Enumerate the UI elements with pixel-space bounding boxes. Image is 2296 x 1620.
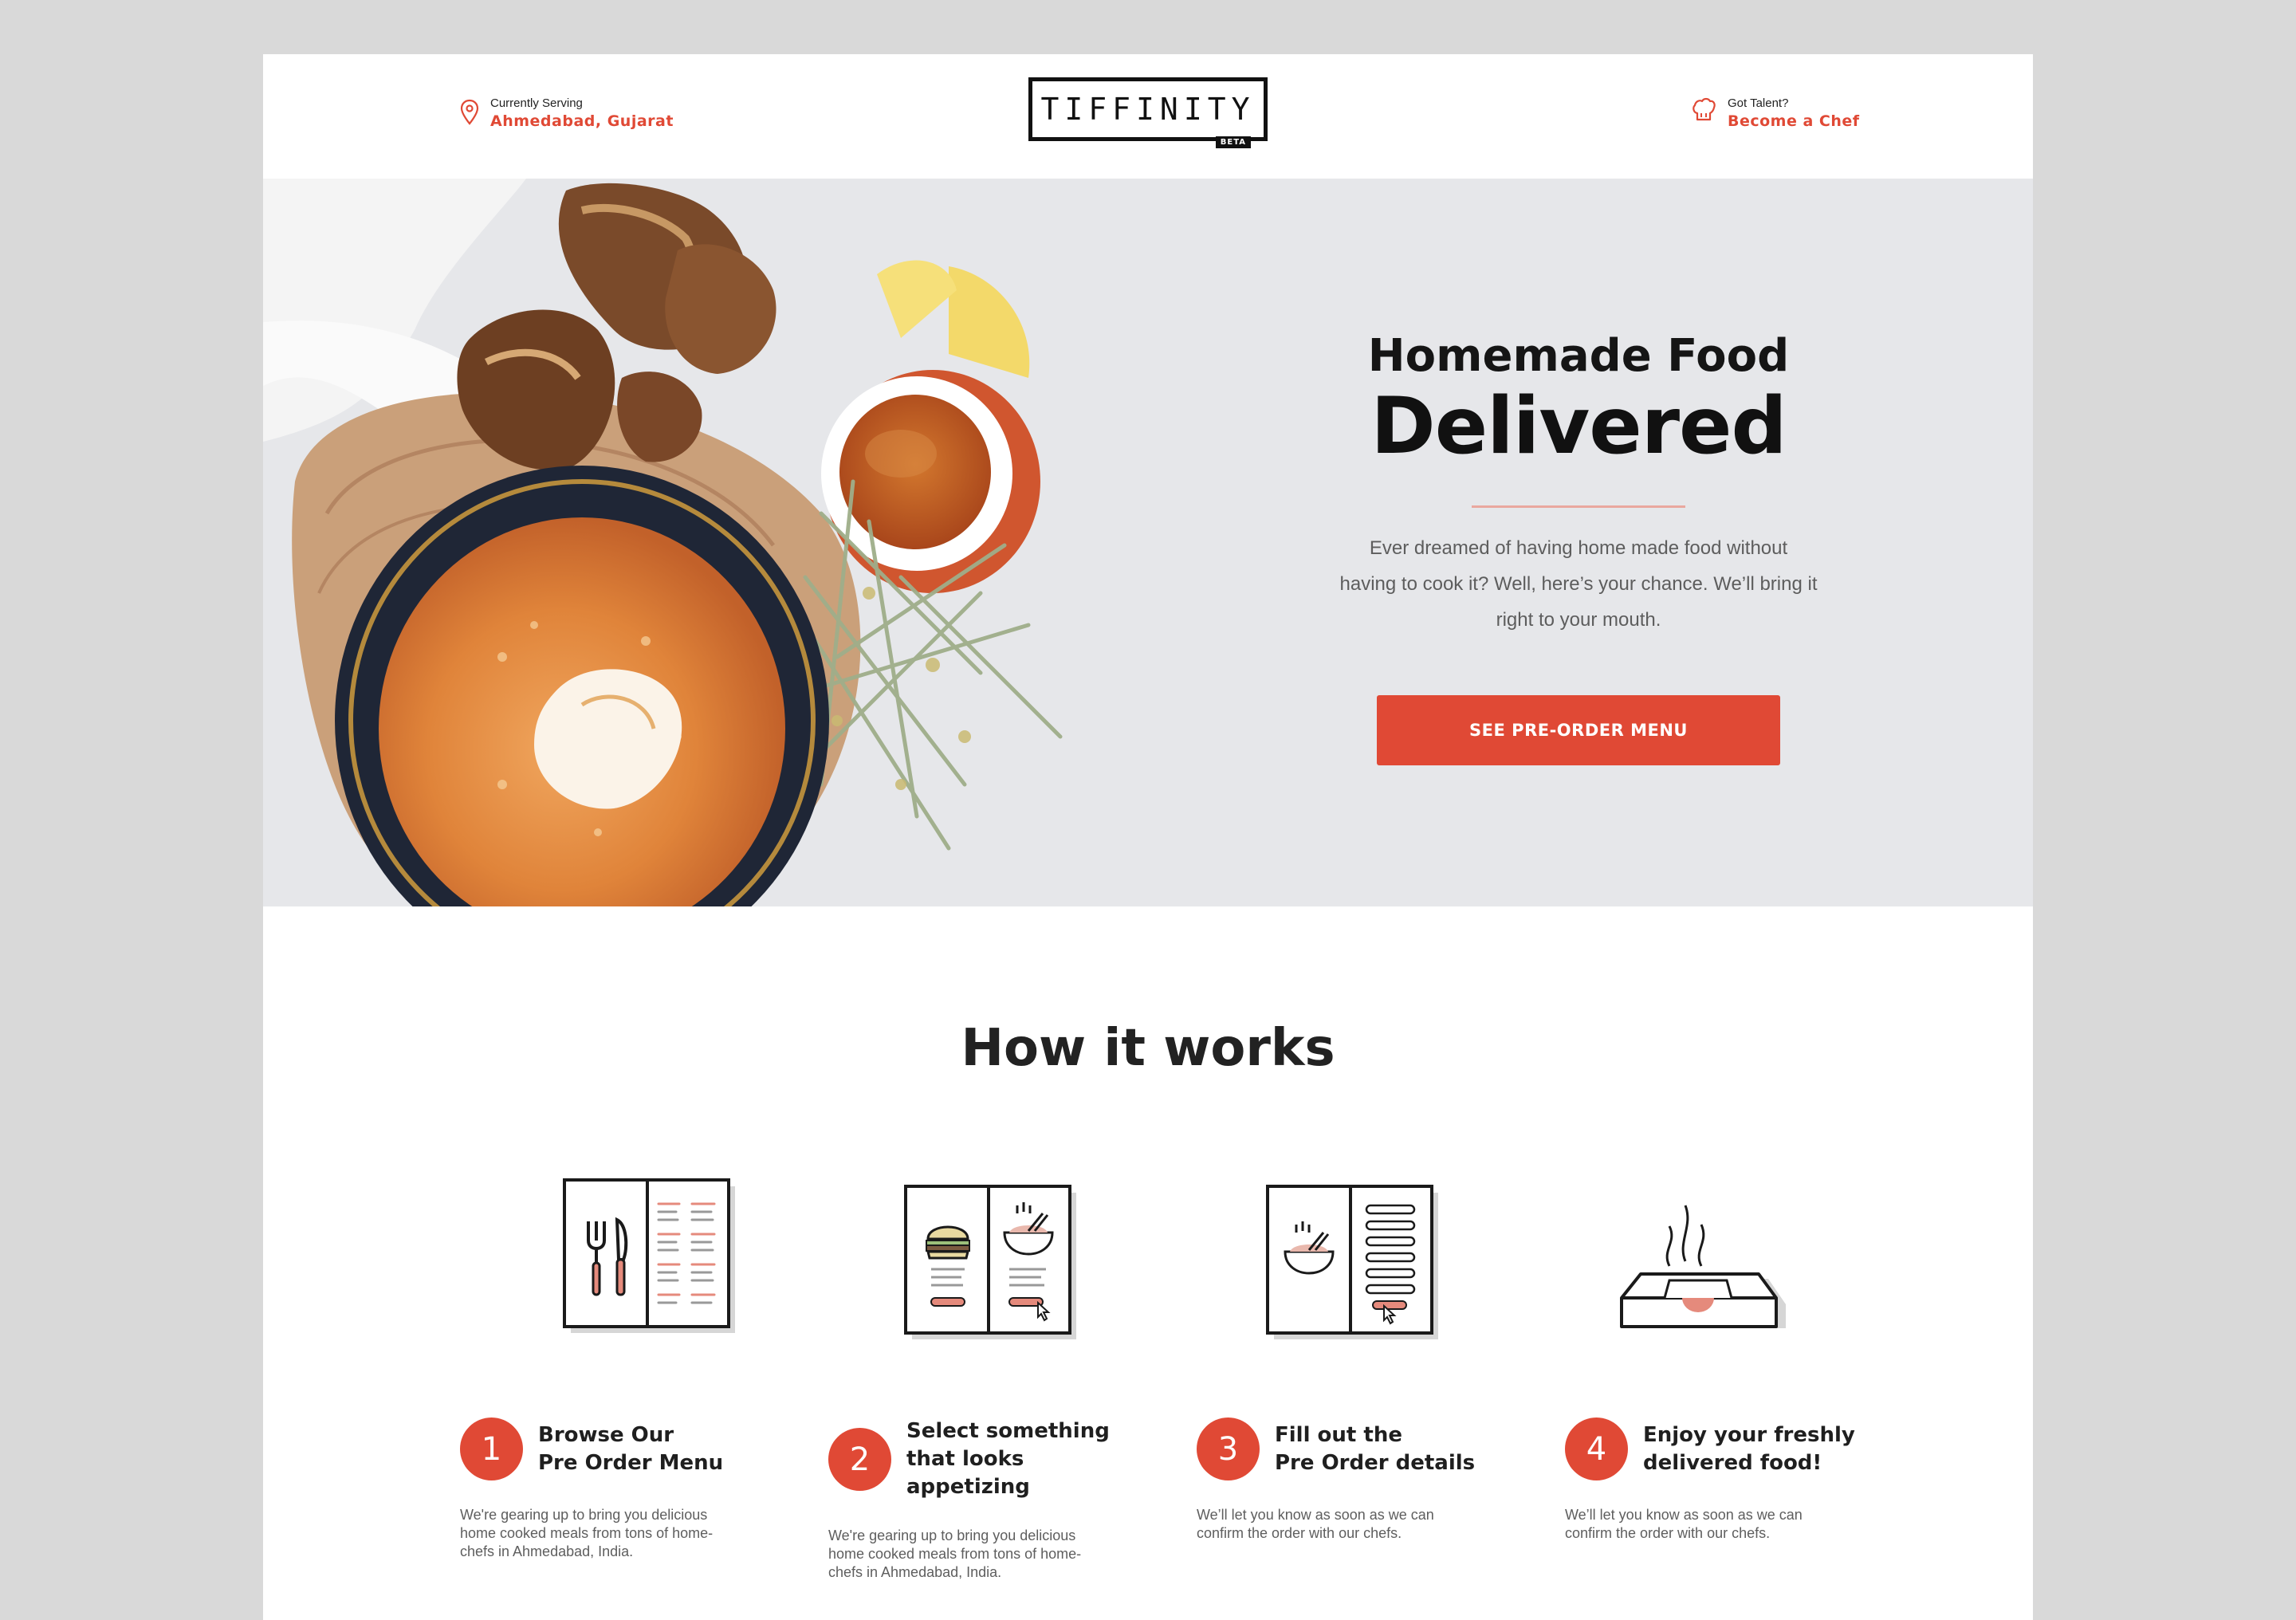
beta-badge: BETA xyxy=(1215,136,1251,148)
step-3: 3 Fill out the Pre Order details We’ll l… xyxy=(1197,1418,1516,1543)
step-number-badge: 4 xyxy=(1565,1418,1628,1480)
hero-food-image xyxy=(263,179,1063,906)
step-title-line2: Pre Order Menu xyxy=(538,1450,724,1475)
chef-hat-icon xyxy=(1693,97,1716,121)
how-it-works-title: How it works xyxy=(961,1019,1335,1078)
food-box-icon xyxy=(1620,1205,1786,1328)
step-number-badge: 1 xyxy=(460,1418,523,1480)
step-title-line1: Browse Our xyxy=(538,1422,674,1447)
step-number-badge: 2 xyxy=(828,1428,891,1491)
hero-divider xyxy=(1472,505,1685,508)
chef-link-text[interactable]: Become a Chef xyxy=(1728,112,1860,131)
site-logo[interactable]: TIFFINITY BETA xyxy=(1028,77,1268,148)
location-selector[interactable]: Currently Serving Ahmedabad, Gujarat xyxy=(460,96,674,131)
step-description: We’ll let you know as soon as we can con… xyxy=(1197,1507,1434,1541)
location-pin-icon xyxy=(460,99,479,125)
step-2: 2 Select something that looks appetizing… xyxy=(828,1418,1147,1582)
step-title: Select something that looks appetizing xyxy=(906,1418,1147,1501)
hero-description: Ever dreamed of having home made food wi… xyxy=(1339,537,1818,631)
step-description: We're gearing up to bring you delicious … xyxy=(460,1507,714,1559)
step-4: 4 Enjoy your freshly delivered food! We’… xyxy=(1565,1418,1884,1543)
order-form-icon xyxy=(1266,1185,1438,1339)
step-title-line1: Select something xyxy=(906,1419,1110,1443)
hero-copy: Homemade Food Delivered Ever dreamed of … xyxy=(1323,330,1834,765)
menu-book-icon xyxy=(563,1178,735,1333)
select-dish-icon xyxy=(904,1185,1076,1339)
hero-section: Homemade Food Delivered Ever dreamed of … xyxy=(263,179,2033,906)
step-title-line2: that looks appetizing xyxy=(906,1447,1030,1499)
step-description: We're gearing up to bring you delicious … xyxy=(828,1528,1082,1580)
hero-title-big: Delivered xyxy=(1370,381,1787,472)
step-number-badge: 3 xyxy=(1197,1418,1260,1480)
become-chef-link[interactable]: Got Talent? Become a Chef xyxy=(1691,96,1860,131)
step-title: Browse Our Pre Order Menu xyxy=(538,1421,723,1477)
step-title: Fill out the Pre Order details xyxy=(1275,1421,1475,1477)
step-title-line2: Pre Order details xyxy=(1275,1450,1476,1475)
landing-page: Currently Serving Ahmedabad, Gujarat TIF… xyxy=(263,54,2033,1620)
step-title-line1: Fill out the xyxy=(1275,1422,1402,1447)
step-1: 1 Browse Our Pre Order Menu We're gearin… xyxy=(460,1418,779,1561)
see-pre-order-menu-button[interactable]: SEE PRE-ORDER MENU xyxy=(1377,695,1780,765)
hero-title-small: Homemade Food xyxy=(1367,330,1790,382)
step-title-line1: Enjoy your freshly xyxy=(1643,1422,1855,1447)
location-label: Currently Serving xyxy=(490,96,583,110)
step-title-line2: delivered food! xyxy=(1643,1450,1822,1475)
step-title: Enjoy your freshly delivered food! xyxy=(1643,1421,1855,1477)
location-value[interactable]: Ahmedabad, Gujarat xyxy=(490,112,674,131)
logo-text: TIFFINITY xyxy=(1040,92,1256,127)
step-description: We’ll let you know as soon as we can con… xyxy=(1565,1507,1803,1541)
site-header: Currently Serving Ahmedabad, Gujarat TIF… xyxy=(263,54,2033,179)
chef-label: Got Talent? xyxy=(1728,96,1789,110)
